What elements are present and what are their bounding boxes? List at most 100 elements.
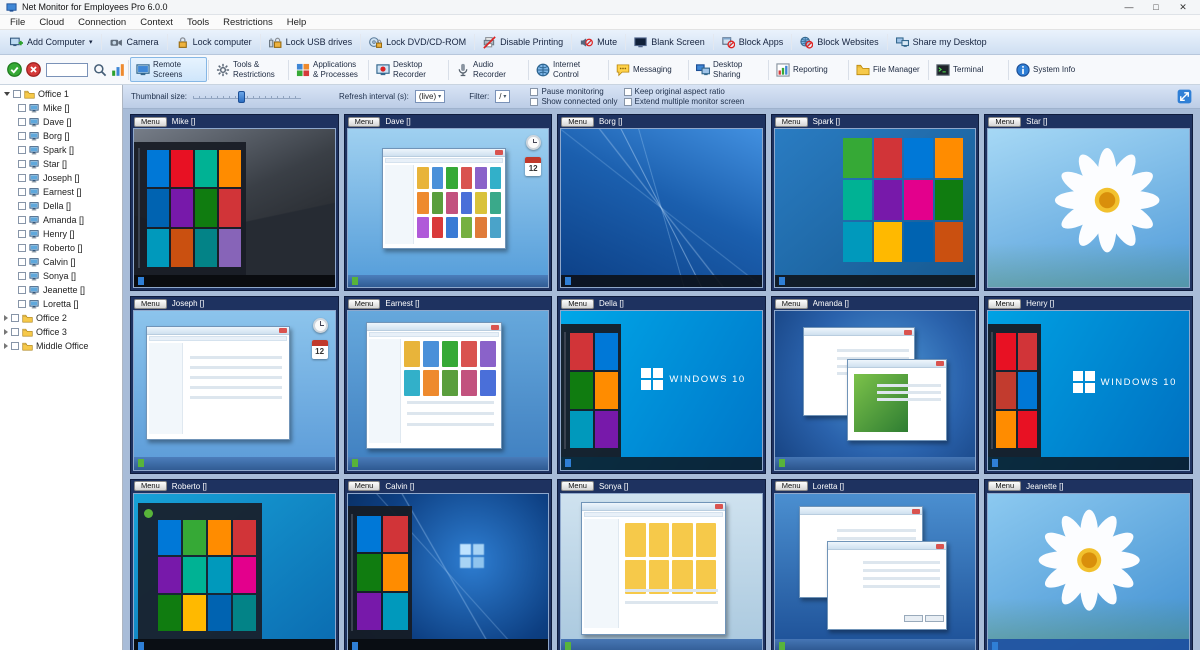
computer-checkbox[interactable]: [18, 174, 26, 182]
remote-screen[interactable]: [774, 128, 977, 288]
search-input[interactable]: [46, 63, 88, 77]
camera-button[interactable]: Camera: [104, 34, 165, 51]
menu-connection[interactable]: Connection: [71, 17, 133, 28]
thumbnail-menu-button[interactable]: Menu: [348, 117, 381, 127]
tree-group-office-3[interactable]: Office 3: [0, 325, 122, 339]
block-apps-button[interactable]: Block Apps: [716, 34, 790, 51]
computer-checkbox[interactable]: [18, 286, 26, 294]
maximize-button[interactable]: □: [1145, 2, 1167, 12]
applications-processes-button[interactable]: Applications & Processes: [290, 57, 367, 81]
remote-screen[interactable]: [560, 128, 763, 288]
filter-select[interactable]: / ▾: [495, 90, 510, 103]
expand-arrow-icon[interactable]: [4, 329, 8, 335]
messaging-button[interactable]: Messaging: [610, 60, 687, 80]
option-keep-original-aspect-ratio[interactable]: Keep original aspect ratio: [624, 87, 745, 96]
tree-computer-earnest[interactable]: Earnest []: [0, 185, 122, 199]
computer-checkbox[interactable]: [18, 202, 26, 210]
menu-restrictions[interactable]: Restrictions: [216, 17, 280, 28]
thumbnail-menu-button[interactable]: Menu: [134, 299, 167, 309]
menu-context[interactable]: Context: [133, 17, 180, 28]
computer-checkbox[interactable]: [18, 230, 26, 238]
option-extend-multiple-monitor-screen[interactable]: Extend multiple monitor screen: [624, 97, 745, 106]
tree-computer-amanda[interactable]: Amanda []: [0, 213, 122, 227]
statistics-icon[interactable]: [111, 63, 125, 77]
tree-computer-dave[interactable]: Dave []: [0, 115, 122, 129]
thumbnail-menu-button[interactable]: Menu: [775, 299, 808, 309]
checkbox[interactable]: [624, 88, 632, 96]
desktop-recorder-button[interactable]: Desktop Recorder: [370, 57, 447, 81]
expand-arrow-icon[interactable]: [4, 315, 8, 321]
blank-screen-button[interactable]: Blank Screen: [628, 34, 711, 51]
remote-screen[interactable]: [987, 128, 1190, 288]
tree-group-office-2[interactable]: Office 2: [0, 311, 122, 325]
tree-computer-jeanette[interactable]: Jeanette []: [0, 283, 122, 297]
thumbnail-menu-button[interactable]: Menu: [988, 481, 1021, 491]
group-checkbox[interactable]: [11, 328, 19, 336]
expand-arrow-icon[interactable]: [4, 343, 8, 349]
refresh-interval-select[interactable]: (live) ▾: [415, 90, 445, 103]
computer-checkbox[interactable]: [18, 132, 26, 140]
expand-view-button[interactable]: [1177, 89, 1192, 104]
audio-recorder-button[interactable]: Audio Recorder: [450, 57, 527, 81]
remote-screen[interactable]: [774, 493, 977, 650]
remote-screen[interactable]: [987, 493, 1190, 650]
thumbnail-menu-button[interactable]: Menu: [775, 481, 808, 491]
thumbnail-menu-button[interactable]: Menu: [348, 481, 381, 491]
tree-computer-henry[interactable]: Henry []: [0, 227, 122, 241]
remote-screen[interactable]: WINDOWS 10: [560, 310, 763, 470]
option-show-connected-only[interactable]: Show connected only: [530, 97, 617, 106]
computer-checkbox[interactable]: [18, 160, 26, 168]
group-checkbox[interactable]: [13, 90, 21, 98]
checkbox[interactable]: [530, 98, 538, 106]
share-my-desktop-button[interactable]: Share my Desktop: [890, 34, 993, 51]
computer-checkbox[interactable]: [18, 258, 26, 266]
tools-restrictions-button[interactable]: Tools & Restrictions: [210, 57, 287, 81]
tree-computer-sonya[interactable]: Sonya []: [0, 269, 122, 283]
thumbnail-menu-button[interactable]: Menu: [348, 299, 381, 309]
tree-computer-spark[interactable]: Spark []: [0, 143, 122, 157]
search-icon[interactable]: [93, 63, 107, 77]
remote-screens-button[interactable]: Remote Screens: [130, 57, 207, 81]
remote-screen[interactable]: 12: [347, 128, 550, 288]
minimize-button[interactable]: —: [1118, 2, 1140, 12]
lock-usb-drives-button[interactable]: Lock USB drives: [263, 34, 359, 51]
lock-computer-button[interactable]: Lock computer: [170, 34, 258, 51]
thumbnail-menu-button[interactable]: Menu: [561, 117, 594, 127]
mute-button[interactable]: Mute: [574, 34, 623, 51]
remote-screen[interactable]: [347, 310, 550, 470]
computer-checkbox[interactable]: [18, 272, 26, 280]
computer-checkbox[interactable]: [18, 104, 26, 112]
terminal-button[interactable]: Terminal: [930, 60, 1007, 80]
group-checkbox[interactable]: [11, 342, 19, 350]
block-websites-button[interactable]: Block Websites: [794, 34, 884, 51]
computer-checkbox[interactable]: [18, 244, 26, 252]
disable-printing-button[interactable]: Disable Printing: [477, 34, 569, 51]
remote-screen[interactable]: [133, 493, 336, 650]
computer-checkbox[interactable]: [18, 188, 26, 196]
tree-group-office-1[interactable]: Office 1: [0, 87, 122, 101]
collapse-arrow-icon[interactable]: [4, 92, 10, 96]
tree-computer-loretta[interactable]: Loretta []: [0, 297, 122, 311]
computer-checkbox[interactable]: [18, 300, 26, 308]
tree-computer-borg[interactable]: Borg []: [0, 129, 122, 143]
computer-checkbox[interactable]: [18, 118, 26, 126]
connect-button[interactable]: [7, 62, 22, 77]
thumbnail-menu-button[interactable]: Menu: [561, 481, 594, 491]
group-checkbox[interactable]: [11, 314, 19, 322]
add-computer-button[interactable]: Add Computer▾: [4, 34, 99, 51]
computer-checkbox[interactable]: [18, 216, 26, 224]
remote-screen[interactable]: [774, 310, 977, 470]
remote-screen[interactable]: WINDOWS 10: [987, 310, 1190, 470]
menu-help[interactable]: Help: [280, 17, 314, 28]
reporting-button[interactable]: Reporting: [770, 60, 847, 80]
thumbnail-size-slider[interactable]: [193, 96, 301, 99]
tree-group-middle-office[interactable]: Middle Office: [0, 339, 122, 353]
menu-tools[interactable]: Tools: [180, 17, 216, 28]
internet-control-button[interactable]: Internet Control: [530, 57, 607, 81]
thumbnail-menu-button[interactable]: Menu: [134, 117, 167, 127]
tree-computer-della[interactable]: Della []: [0, 199, 122, 213]
option-pause-monitoring[interactable]: Pause monitoring: [530, 87, 617, 96]
thumbnail-menu-button[interactable]: Menu: [561, 299, 594, 309]
checkbox[interactable]: [530, 88, 538, 96]
thumbnail-menu-button[interactable]: Menu: [988, 117, 1021, 127]
